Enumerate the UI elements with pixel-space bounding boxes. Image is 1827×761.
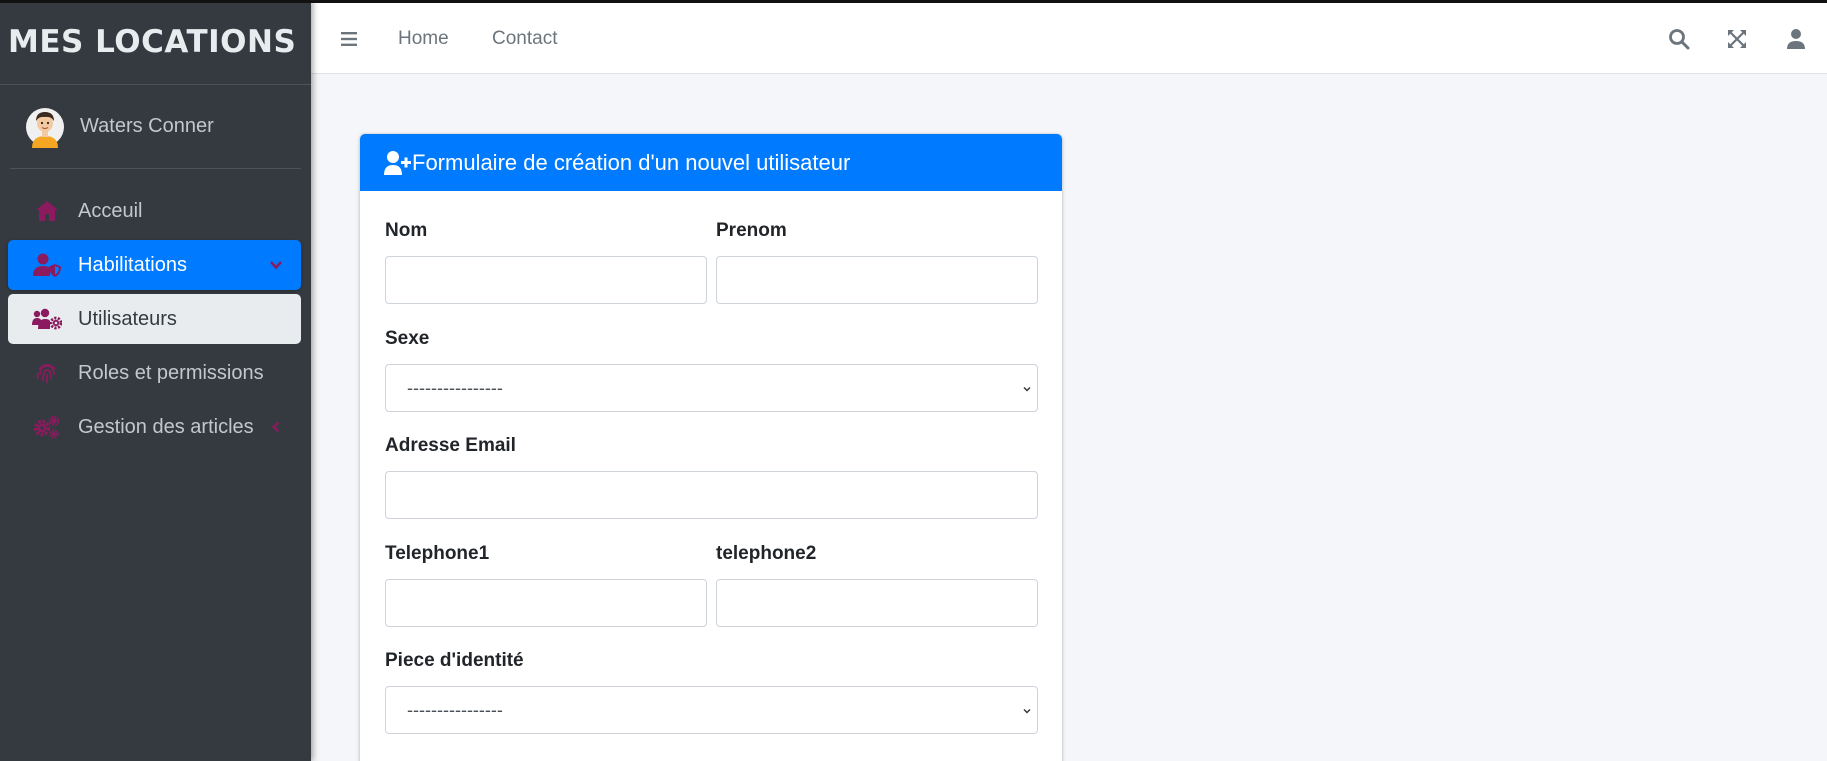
sexe-select-value: ----------------	[407, 377, 503, 398]
piece-identite-label: Piece d'identité	[385, 650, 524, 671]
piece-identite-select-value: ----------------	[407, 699, 503, 720]
chevron-down-icon	[270, 261, 282, 270]
nom-input[interactable]	[385, 256, 707, 304]
brand-logo-text[interactable]: MES LOCATIONS	[0, 0, 311, 85]
user-icon[interactable]	[1784, 27, 1808, 51]
user-plus-icon	[384, 150, 411, 175]
search-icon[interactable]	[1667, 27, 1691, 51]
email-input[interactable]	[385, 471, 1038, 519]
card-header: Formulaire de création d'un nouvel utili…	[360, 134, 1062, 191]
sexe-select[interactable]: ----------------	[385, 364, 1038, 412]
nav-link-home[interactable]: Home	[398, 28, 449, 50]
users-cog-icon	[32, 307, 62, 331]
fingerprint-icon	[32, 361, 62, 385]
menu-toggle-icon[interactable]	[339, 30, 359, 48]
piece-identite-select[interactable]: ----------------	[385, 686, 1038, 734]
email-label: Adresse Email	[385, 435, 516, 456]
sidebar-item-label: Gestion des articles	[78, 415, 254, 438]
telephone2-input[interactable]	[716, 579, 1038, 627]
nav-link-contact[interactable]: Contact	[492, 28, 557, 50]
chevron-down-icon	[1023, 708, 1031, 714]
prenom-input[interactable]	[716, 256, 1038, 304]
telephone2-label: telephone2	[716, 543, 817, 564]
avatar	[26, 107, 64, 148]
window-top-border	[0, 0, 1827, 3]
user-panel[interactable]: Waters Conner	[10, 85, 301, 169]
sidebar-item-label: Roles et permissions	[78, 361, 264, 384]
sidebar-item-gestion-articles[interactable]: Gestion des articles	[8, 402, 301, 452]
sidebar-item-habilitations[interactable]: Habilitations	[8, 240, 301, 290]
sexe-label: Sexe	[385, 328, 430, 349]
prenom-label: Prenom	[716, 220, 787, 241]
telephone1-input[interactable]	[385, 579, 707, 627]
sidebar: MES LOCATIONS Waters Conner Acceuil Habi…	[0, 0, 311, 761]
card-title: Formulaire de création d'un nouvel utili…	[412, 149, 851, 175]
sidebar-item-utilisateurs[interactable]: Utilisateurs	[8, 294, 301, 344]
user-name[interactable]: Waters Conner	[80, 115, 214, 138]
telephone1-label: Telephone1	[385, 543, 490, 564]
sidebar-item-label: Utilisateurs	[78, 307, 177, 330]
sidebar-item-roles-permissions[interactable]: Roles et permissions	[8, 348, 301, 398]
sidebar-item-label: Habilitations	[78, 253, 187, 276]
user-creation-card: Formulaire de création d'un nouvel utili…	[360, 134, 1062, 761]
chevron-down-icon	[1023, 386, 1031, 392]
expand-icon[interactable]	[1725, 27, 1749, 51]
cogs-icon	[32, 415, 62, 439]
home-icon	[32, 199, 62, 223]
chevron-left-icon	[271, 421, 280, 433]
top-navbar: Home Contact	[311, 3, 1827, 74]
sidebar-item-acceuil[interactable]: Acceuil	[8, 186, 301, 236]
user-shield-icon	[32, 253, 62, 277]
sidebar-item-label: Acceuil	[78, 199, 143, 222]
nom-label: Nom	[385, 220, 428, 241]
sidebar-nav: Acceuil Habilitations Utilisateurs Roles…	[0, 169, 311, 452]
